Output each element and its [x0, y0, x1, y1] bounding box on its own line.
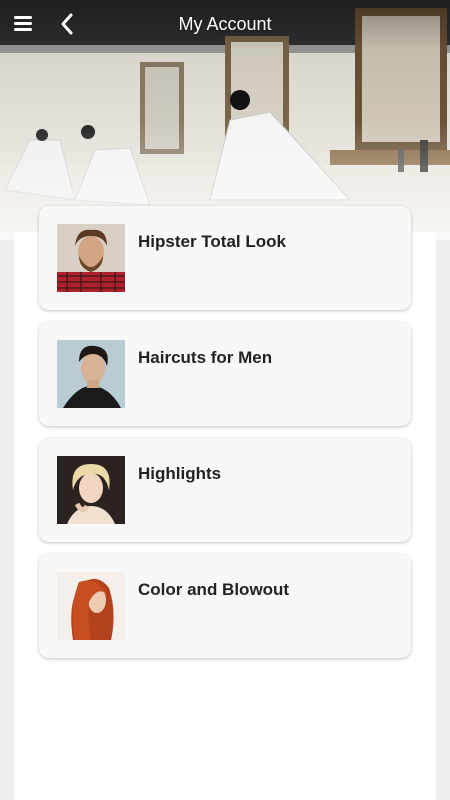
page-title: My Account: [178, 14, 272, 34]
blonde-short-hair-woman-photo: [57, 456, 125, 524]
service-list: Hipster Total Look Haircuts for Men High: [39, 206, 411, 670]
service-card-highlights[interactable]: Highlights: [39, 438, 411, 542]
service-card-haircuts-for-men[interactable]: Haircuts for Men: [39, 322, 411, 426]
service-label: Haircuts for Men: [138, 348, 273, 367]
service-card-color-and-blowout[interactable]: Color and Blowout: [39, 554, 411, 658]
service-label: Hipster Total Look: [138, 232, 286, 251]
red-hair-woman-photo: [57, 572, 125, 640]
service-card-hipster-total-look[interactable]: Hipster Total Look: [39, 206, 411, 310]
service-label: Color and Blowout: [138, 580, 290, 599]
service-label: Highlights: [138, 464, 222, 483]
bearded-man-photo: [57, 224, 125, 292]
top-app-bar: My Account: [0, 0, 450, 48]
dark-haired-man-photo: [57, 340, 125, 408]
